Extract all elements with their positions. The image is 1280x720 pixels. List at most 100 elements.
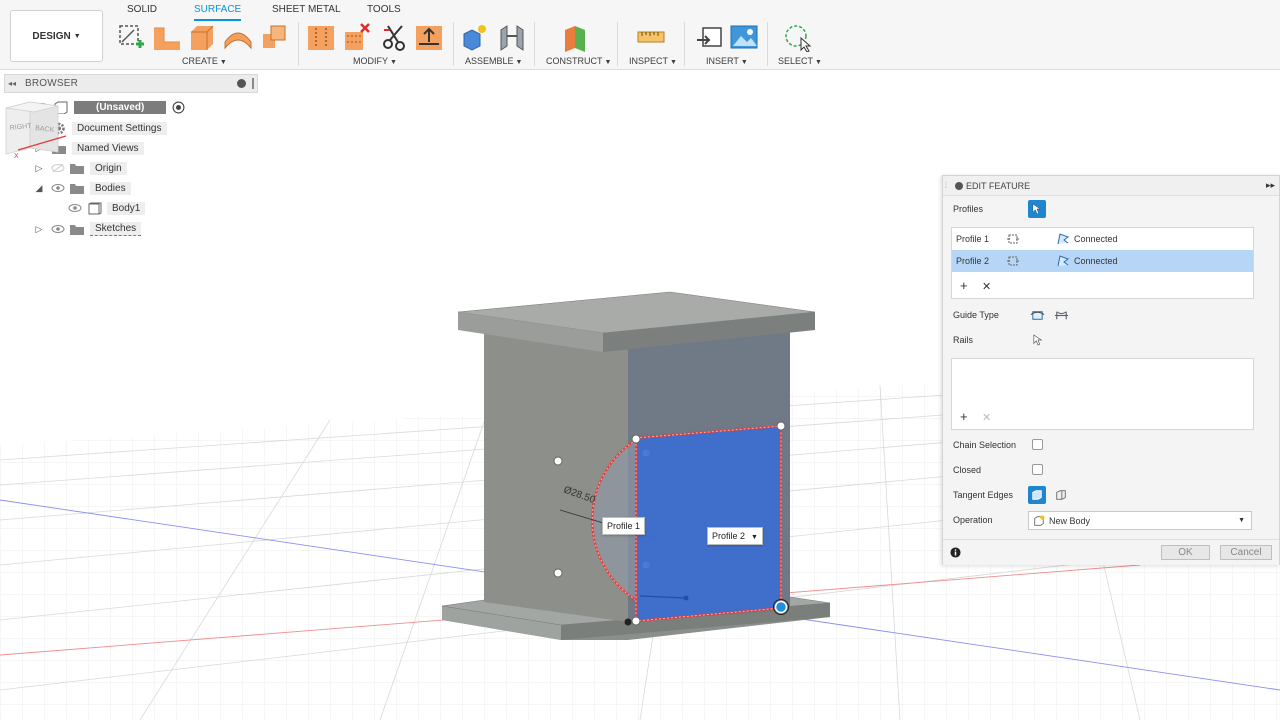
modify-menu[interactable]: MODIFY ▼ <box>353 56 397 66</box>
ok-button[interactable]: OK <box>1161 545 1210 560</box>
remove-profile-button[interactable]: ✕ <box>982 280 991 293</box>
chevron-down-icon: ▼ <box>751 534 758 541</box>
tab-surface[interactable]: SURFACE <box>194 4 242 21</box>
extrude-icon[interactable] <box>152 22 182 52</box>
rails-guide-icon <box>1030 310 1044 320</box>
operation-select[interactable]: New Body ▼ <box>1028 511 1252 530</box>
cursor-arrow-icon <box>1032 203 1042 215</box>
workspace-menu-button[interactable]: DESIGN ▼ <box>10 10 103 62</box>
add-profile-button[interactable]: + <box>960 278 968 293</box>
create-sketch-icon[interactable] <box>116 22 146 52</box>
dialog-footer: OK Cancel <box>943 539 1279 565</box>
split-body-icon[interactable] <box>380 22 410 52</box>
insert-derive-icon[interactable] <box>695 22 725 52</box>
inspect-menu[interactable]: INSPECT ▼ <box>629 56 677 66</box>
inspect-label: INSPECT <box>629 56 669 66</box>
profile-type-icon[interactable] <box>1006 232 1020 246</box>
expand-icon[interactable]: ▸▸ <box>1266 180 1275 191</box>
select-icon[interactable] <box>783 22 813 52</box>
delete-icon[interactable] <box>343 22 373 52</box>
edit-feature-dialog: ⦙ EDIT FEATURE ▸▸ Profiles Profile 1 Con… <box>942 175 1280 565</box>
cancel-button[interactable]: Cancel <box>1220 545 1272 560</box>
assemble-menu[interactable]: ASSEMBLE ▼ <box>465 56 522 66</box>
offset-face-icon[interactable] <box>414 22 444 52</box>
assemble-label: ASSEMBLE <box>465 56 514 66</box>
dialog-header[interactable]: ⦙ EDIT FEATURE ▸▸ <box>943 176 1279 196</box>
profile-row-name: Profile 1 <box>956 234 990 244</box>
rails-label: Rails <box>953 335 974 345</box>
dialog-state-icon <box>955 181 963 190</box>
tangent-edges-keep-button[interactable] <box>1052 486 1070 504</box>
chevron-down-icon: ▼ <box>73 32 81 40</box>
guide-rails-button[interactable] <box>1028 306 1046 324</box>
operation-value: New Body <box>1049 515 1091 526</box>
profile-row-1[interactable]: Profile 1 Connected <box>952 228 1253 250</box>
remove-rail-button[interactable]: ✕ <box>982 411 991 424</box>
view-cube[interactable]: RIGHT BACK X <box>0 98 74 164</box>
measure-icon[interactable] <box>636 22 666 52</box>
tab-tools[interactable]: TOOLS <box>367 4 401 19</box>
modify-label: MODIFY <box>353 56 388 66</box>
guide-centerline-button[interactable] <box>1052 306 1070 324</box>
offset-plane-icon[interactable] <box>561 22 591 52</box>
new-body-icon <box>1034 514 1045 526</box>
add-rail-button[interactable]: + <box>960 409 968 424</box>
profile-2-text: Profile 2 <box>712 531 746 541</box>
connected-icon[interactable] <box>1056 254 1070 268</box>
select-menu[interactable]: SELECT ▼ <box>778 56 822 66</box>
merge-tangent-icon <box>1032 490 1042 500</box>
insert-menu[interactable]: INSERT ▼ <box>706 56 748 66</box>
closed-checkbox[interactable] <box>1032 464 1043 475</box>
guide-type-label: Guide Type <box>953 310 999 320</box>
divider <box>684 22 685 66</box>
chain-selection-label: Chain Selection <box>953 440 1017 450</box>
profile-row-2[interactable]: Profile 2 Connected <box>952 250 1253 272</box>
profiles-label: Profiles <box>953 204 984 214</box>
profile-1-label[interactable]: Profile 1 <box>602 517 646 535</box>
press-pull-icon[interactable] <box>306 22 336 52</box>
centerline-guide-icon <box>1054 310 1068 319</box>
create-menu[interactable]: CREATE ▼ <box>182 56 227 66</box>
loft-icon[interactable] <box>259 22 289 52</box>
drag-handle-icon[interactable]: ⦙ <box>945 180 953 191</box>
profile-2-rectangle[interactable] <box>624 421 789 626</box>
divider <box>298 22 299 66</box>
tangent-edges-merge-button[interactable] <box>1028 486 1046 504</box>
rails-select-button[interactable] <box>1029 331 1047 349</box>
revolve-icon[interactable] <box>187 22 217 52</box>
joint-icon[interactable] <box>497 22 527 52</box>
connected-icon[interactable] <box>1056 232 1070 246</box>
insert-canvas-icon[interactable] <box>729 22 759 52</box>
profiles-table: Profile 1 Connected Profile 2 Connected … <box>951 227 1254 299</box>
construct-label: CONSTRUCT <box>546 56 603 66</box>
profile-row-name: Profile 2 <box>956 256 990 266</box>
profiles-select-button[interactable] <box>1028 200 1046 218</box>
divider <box>767 22 768 66</box>
select-label: SELECT <box>778 56 814 66</box>
operation-label: Operation <box>953 515 993 525</box>
profile-row-status: Connected <box>1074 256 1118 266</box>
dialog-title: EDIT FEATURE <box>966 180 1031 191</box>
divider <box>534 22 535 66</box>
info-icon[interactable] <box>950 547 961 558</box>
tangent-edges-label: Tangent Edges <box>953 490 1014 500</box>
chain-selection-checkbox[interactable] <box>1032 439 1043 450</box>
keep-tangent-icon <box>1056 490 1066 500</box>
insert-label: INSERT <box>706 56 739 66</box>
profile-1-text: Profile 1 <box>607 521 641 531</box>
profile-row-status: Connected <box>1074 234 1118 244</box>
cursor-arrow-icon <box>1033 334 1043 346</box>
tab-solid[interactable]: SOLID <box>127 4 157 19</box>
toolbar: DESIGN ▼ SOLID SURFACE SHEET METAL TOOLS … <box>0 0 1280 70</box>
tab-sheet-metal[interactable]: SHEET METAL <box>272 4 341 19</box>
viewcube-x-axis: X <box>14 153 19 160</box>
sweep-icon[interactable] <box>223 22 253 52</box>
rails-list: + ✕ <box>951 358 1254 430</box>
new-component-icon[interactable] <box>460 22 490 52</box>
profile-2-label[interactable]: Profile 2 ▼ <box>707 527 763 545</box>
workspace-label: DESIGN <box>32 30 71 42</box>
construct-menu[interactable]: CONSTRUCT ▼ <box>546 56 611 66</box>
profile-type-icon[interactable] <box>1006 254 1020 268</box>
divider <box>453 22 454 66</box>
create-label: CREATE <box>182 56 218 66</box>
